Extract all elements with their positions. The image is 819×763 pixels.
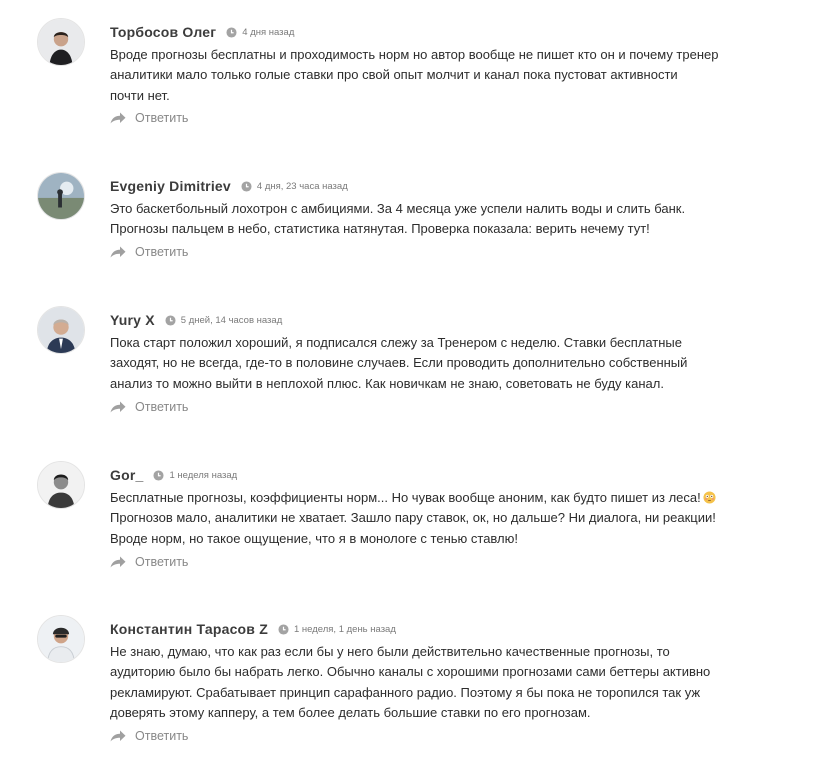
comment-meta: Gor_ 1 неделя назад <box>110 465 237 485</box>
comment-line: Прогнозов мало, аналитики не хватает. За… <box>110 510 716 526</box>
avatar[interactable] <box>37 18 85 66</box>
reply-arrow-icon <box>110 401 126 413</box>
comment-time[interactable]: 1 неделя, 1 день назад <box>294 624 396 635</box>
comment-line: Вроде прогнозы бесплатны и проходимость … <box>110 47 719 62</box>
flushed-face-emoji-icon <box>703 491 716 504</box>
comment-time[interactable]: 5 дней, 14 часов назад <box>181 315 282 326</box>
clock-icon <box>226 26 237 38</box>
comment-line: аналитики мало только голые ставки про с… <box>110 67 678 83</box>
comment-line: заходят, но не всегда, где-то в половине… <box>110 355 688 371</box>
comment-line: рекламируют. Срабатывает принцип сарафан… <box>110 684 701 700</box>
avatar[interactable] <box>37 615 85 663</box>
comment-text: Вроде прогнозы бесплатны и проходимость … <box>110 45 720 106</box>
comment-line: Это баскетбольный лохотрон с амбициями. … <box>110 201 686 216</box>
comment-time[interactable]: 4 дня назад <box>242 27 294 38</box>
comment-line: Не знаю, думаю, что как раз если бы у не… <box>110 644 670 659</box>
reply-button[interactable]: Ответить <box>110 400 188 414</box>
comment-line: Прогнозы пальцем в небо, статистика натя… <box>110 221 650 237</box>
reply-label: Ответить <box>135 555 189 569</box>
author-name[interactable]: Evgeniy Dimitriev <box>110 178 231 194</box>
comment-line: доверять этому капперу, а тем более дела… <box>110 704 591 720</box>
reply-label: Ответить <box>135 245 189 259</box>
reply-arrow-icon <box>110 730 126 742</box>
clock-icon <box>241 180 252 192</box>
reply-arrow-icon <box>110 556 126 568</box>
comment-text: Бесплатные прогнозы, коэффициенты норм..… <box>110 488 720 549</box>
comment-line-text: Бесплатные прогнозы, коэффициенты норм..… <box>110 490 701 505</box>
clock-icon <box>153 469 165 481</box>
author-name[interactable]: Торбосов Олег <box>110 24 216 40</box>
reply-button[interactable]: Ответить <box>110 729 188 743</box>
reply-label: Ответить <box>135 400 189 414</box>
author-name[interactable]: Yury X <box>110 312 155 328</box>
clock-icon <box>165 314 176 326</box>
avatar[interactable] <box>37 306 85 354</box>
author-name[interactable]: Константин Тарасов Z <box>110 621 268 637</box>
comment-meta: Константин Тарасов Z 1 неделя, 1 день на… <box>110 619 396 639</box>
reply-button[interactable]: Ответить <box>110 555 188 569</box>
comment-meta: Торбосов Олег 4 дня назад <box>110 22 294 42</box>
reply-button[interactable]: Ответить <box>110 111 188 125</box>
reply-button[interactable]: Ответить <box>110 245 188 259</box>
comment-line: Вроде норм, но такое ощущение, что я в м… <box>110 530 518 546</box>
comment-meta: Evgeniy Dimitriev 4 дня, 23 часа назад <box>110 176 348 196</box>
clock-icon <box>278 623 289 635</box>
reply-label: Ответить <box>135 729 189 743</box>
avatar[interactable] <box>37 172 85 220</box>
user-photo-icon <box>38 462 84 508</box>
comment-line: анализ то можно выйти в неплохой плюс. К… <box>110 375 664 391</box>
comment-line: аудиторию было бы набрать легко. Обычно … <box>110 664 711 680</box>
comment-text: Не знаю, думаю, что как раз если бы у не… <box>110 642 720 723</box>
comment-text: Это баскетбольный лохотрон с амбициями. … <box>110 199 720 240</box>
user-photo-icon <box>38 616 84 662</box>
avatar[interactable] <box>37 461 85 509</box>
user-photo-icon <box>38 19 84 65</box>
comment-line: Бесплатные прогнозы, коэффициенты норм..… <box>110 488 720 508</box>
user-photo-icon <box>38 307 84 353</box>
reply-arrow-icon <box>110 246 126 258</box>
comment-time[interactable]: 1 неделя назад <box>169 470 237 481</box>
reply-arrow-icon <box>110 112 126 124</box>
comment-text: Пока старт положил хороший, я подписался… <box>110 333 720 394</box>
comments-list: Торбосов Олег 4 дня назад Вроде прогнозы… <box>0 0 819 763</box>
author-name[interactable]: Gor_ <box>110 467 143 483</box>
comment-time[interactable]: 4 дня, 23 часа назад <box>257 181 348 192</box>
comment-line: Пока старт положил хороший, я подписался… <box>110 335 682 350</box>
reply-label: Ответить <box>135 111 189 125</box>
comment-meta: Yury X 5 дней, 14 часов назад <box>110 310 282 330</box>
user-photo-icon <box>38 173 84 219</box>
comment-line: почти нет. <box>110 87 170 103</box>
